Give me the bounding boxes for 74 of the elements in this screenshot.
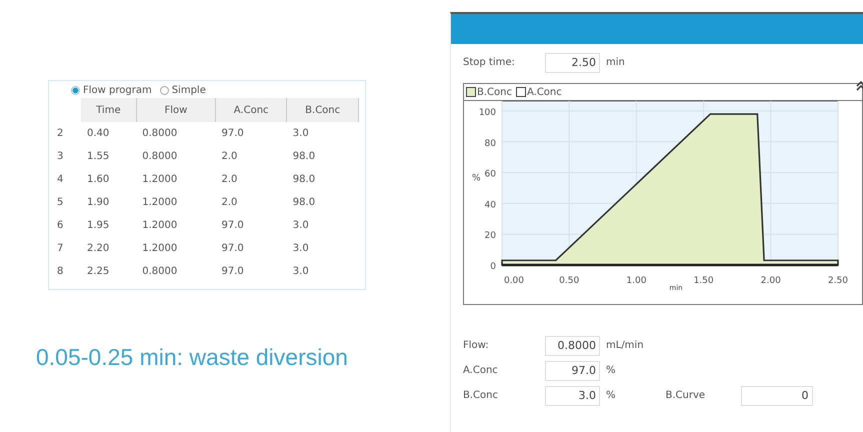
table-cell-text: 2.20: [86, 242, 110, 256]
table-cell-text: 0.8000: [141, 150, 178, 164]
row-number: 5: [56, 196, 64, 210]
table-cell-text: 1.2000: [141, 173, 178, 187]
input-field[interactable]: 0.8000: [545, 336, 600, 356]
table-cell-text: 1.95: [86, 219, 110, 233]
input-field[interactable]: 0: [740, 386, 813, 406]
column-header: Time: [81, 98, 136, 122]
x-tick-label: 0.50: [559, 276, 580, 286]
y-tick-label: 100: [478, 108, 496, 118]
table-cell-text: 98.0: [292, 150, 316, 164]
x-tick-label: 0.00: [504, 276, 524, 286]
column-header: Flow: [136, 98, 216, 122]
table-cell: 0.8000: [136, 122, 216, 145]
table-cell-text: 1.2000: [141, 242, 178, 256]
table-cell-text: 1.90: [86, 196, 110, 210]
table-cell-text: 3.0: [292, 219, 310, 233]
double-chevron-icon[interactable]: [856, 80, 863, 92]
row-number: 2: [55, 122, 81, 145]
y-tick-label: 60: [484, 170, 496, 180]
table-cell-text: 2.0: [220, 196, 238, 210]
table-cell-text: 1.2000: [141, 196, 178, 210]
table-cell: 3.0: [286, 122, 358, 145]
table-cell-text: 1.2000: [141, 219, 178, 233]
table-cell: 97.0: [216, 122, 287, 145]
table-cell-text: 98.0: [292, 196, 316, 210]
row-number: 7: [56, 242, 64, 256]
row-number: 8: [56, 265, 64, 279]
unit-label: min: [606, 57, 625, 68]
legend-label[interactable]: A.Conc: [526, 86, 562, 98]
table-cell-text: 1.60: [86, 173, 110, 187]
column-header: A.Conc: [216, 98, 287, 122]
table-cell-text: 2.0: [220, 150, 238, 164]
table-cell-text: 97.0: [220, 219, 245, 233]
table-cell-text: 98.0: [292, 173, 316, 187]
table-cell-text: 97.0: [220, 265, 245, 279]
row-number: 3: [56, 150, 64, 164]
table-cell-text: 2.0: [220, 173, 238, 187]
y-tick-label: 80: [484, 138, 496, 149]
table-cell-text: 0.8000: [141, 265, 178, 279]
row-number: 6: [56, 219, 64, 233]
x-tick-label: 2.00: [760, 276, 781, 286]
y-axis-label: %: [472, 173, 481, 184]
radio-option[interactable]: Simple: [160, 85, 206, 96]
legend-label[interactable]: B.Conc: [477, 86, 512, 98]
field-label: Flow:: [463, 340, 490, 351]
y-tick-label: 20: [484, 231, 496, 242]
table-cell-text: 3.0: [292, 242, 310, 256]
unit-label: %: [606, 365, 616, 376]
field-label: B.Conc: [463, 390, 499, 401]
radio-button[interactable]: [160, 86, 169, 95]
table-cell-text: 2.25: [86, 265, 110, 279]
radio-option[interactable]: Flow program: [71, 85, 152, 96]
x-tick-label: 1.50: [694, 276, 714, 286]
input-field[interactable]: 3.0: [545, 386, 600, 406]
field-label: B.Curve: [666, 390, 706, 401]
table-cell: 0.40: [81, 122, 136, 145]
x-tick-label: 1.00: [626, 276, 646, 286]
input-field[interactable]: 97.0: [545, 360, 600, 380]
unit-label: %: [606, 390, 616, 401]
field-label: Stop time:: [463, 57, 516, 68]
caption-text: 0.05-0.25 min: waste diversion: [36, 344, 349, 371]
y-tick-label: 0: [490, 262, 496, 272]
field-label: A.Conc: [463, 365, 499, 376]
table-cell-text: 97.0: [220, 242, 245, 256]
row-number: 4: [56, 173, 64, 187]
column-header: B.Conc: [286, 98, 358, 122]
x-tick-label: 2.50: [828, 276, 848, 286]
table-cell-text: 3.0: [292, 265, 310, 279]
unit-label: mL/min: [606, 340, 644, 351]
radio-button[interactable]: [71, 86, 80, 95]
input-field[interactable]: 2.50: [545, 52, 600, 72]
table-cell-text: 1.55: [86, 150, 110, 164]
y-tick-label: 40: [484, 200, 496, 210]
